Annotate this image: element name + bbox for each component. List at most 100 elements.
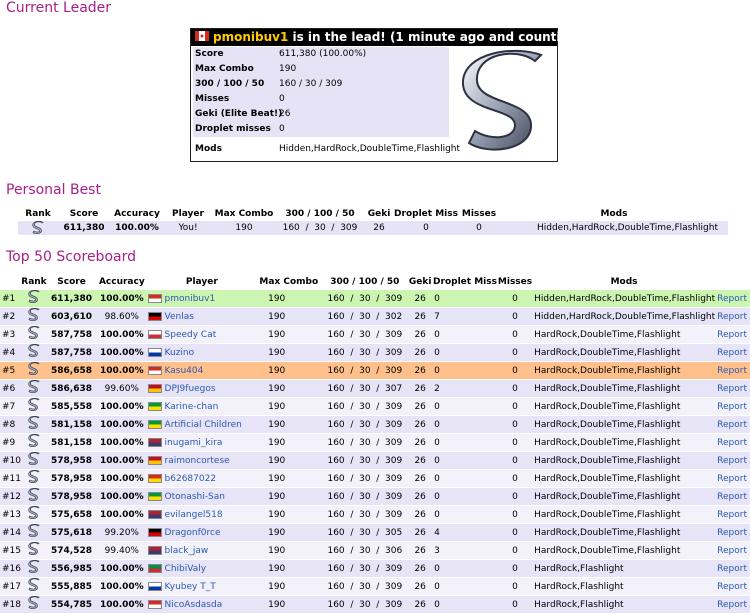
report-link-text[interactable]: Report — [717, 294, 747, 304]
report-link[interactable]: Report — [716, 325, 750, 344]
report-link[interactable]: Report — [716, 343, 750, 362]
leader-stat-row: 300 / 100 / 50 160 / 30 / 309 — [193, 77, 449, 92]
country-flag-icon — [147, 329, 162, 339]
mods-cell: HardRock,DoubleTime,Flashlight — [532, 469, 717, 488]
report-link-text[interactable]: Report — [717, 420, 747, 430]
accuracy-cell: 100.00% — [96, 415, 148, 434]
report-link[interactable]: Report — [716, 290, 750, 308]
player-cell[interactable]: ChibiValy — [147, 559, 257, 578]
score-cell: 578,958 — [46, 469, 97, 488]
report-link-text[interactable]: Report — [717, 384, 747, 394]
misses-cell: 0 — [497, 343, 533, 362]
player-name[interactable]: DPJ9fuegos — [165, 384, 216, 394]
player-cell[interactable]: Artificial Children — [147, 415, 257, 434]
geki-cell: 26 — [408, 290, 433, 308]
misses-cell: 0 — [497, 325, 533, 344]
player-name[interactable]: b62687022 — [165, 474, 217, 484]
player-name[interactable]: pmonibuv1 — [165, 294, 216, 304]
player-cell[interactable]: Kasu404 — [147, 361, 257, 380]
report-link-text[interactable]: Report — [717, 528, 747, 538]
droplet-cell: 0 — [432, 595, 498, 614]
player-name[interactable]: Otonashi-San — [165, 492, 225, 502]
report-link-text[interactable]: Report — [717, 348, 747, 358]
player-cell[interactable]: DPJ9fuegos — [147, 379, 257, 398]
report-link[interactable]: Report — [716, 577, 750, 596]
report-link-text[interactable]: Report — [717, 312, 747, 322]
report-link-text[interactable]: Report — [717, 330, 747, 340]
player-name[interactable]: Kuzino — [165, 348, 195, 358]
player-name[interactable]: evilangel518 — [165, 510, 223, 520]
report-link[interactable]: Report — [716, 487, 750, 506]
player-cell[interactable]: Kyubey T_T — [147, 577, 257, 596]
hits-cell: 160 / 30 / 309 — [321, 343, 409, 362]
player-cell[interactable]: Otonashi-San — [147, 487, 257, 506]
personal-best-table: Rank Score Accuracy Player Max Combo 300… — [18, 207, 728, 235]
report-link-text[interactable]: Report — [717, 600, 747, 610]
rank-position: #10 — [0, 451, 21, 470]
report-link-text[interactable]: Report — [717, 438, 747, 448]
player-cell[interactable]: Venlas — [147, 307, 257, 326]
rank-s-icon — [21, 325, 47, 344]
player-cell[interactable]: inugami_kira — [147, 433, 257, 452]
player-name[interactable]: raimoncortese — [165, 456, 230, 466]
report-link-text[interactable]: Report — [717, 582, 747, 592]
rank-position: #7 — [0, 397, 21, 416]
rank-s-icon — [21, 505, 47, 524]
player-cell[interactable]: Karine-chan — [147, 397, 257, 416]
report-link[interactable]: Report — [716, 541, 750, 560]
rank-s-icon — [21, 361, 47, 380]
player-cell[interactable]: black_jaw — [147, 541, 257, 560]
report-link[interactable]: Report — [716, 469, 750, 488]
player-name[interactable]: ChibiValy — [165, 564, 207, 574]
report-link[interactable]: Report — [716, 415, 750, 434]
report-link[interactable]: Report — [716, 451, 750, 470]
player-cell[interactable]: NicoAsdasda — [147, 595, 257, 614]
report-link[interactable]: Report — [716, 595, 750, 614]
country-flag-icon — [147, 491, 162, 501]
player-name[interactable]: Dragonf0rce — [165, 528, 221, 538]
player-name[interactable]: Speedy Cat — [165, 330, 217, 340]
rank-s-icon — [21, 289, 47, 308]
player-name[interactable]: Kasu404 — [165, 366, 204, 376]
player-name[interactable]: inugami_kira — [165, 438, 223, 448]
leader-name[interactable]: pmonibuv1 — [213, 30, 288, 44]
player-name[interactable]: Karine-chan — [165, 402, 219, 412]
combo-cell: 190 — [256, 577, 322, 596]
report-link-text[interactable]: Report — [717, 456, 747, 466]
report-link-text[interactable]: Report — [717, 402, 747, 412]
player-cell[interactable]: b62687022 — [147, 469, 257, 488]
mods-cell: HardRock,DoubleTime,Flashlight — [532, 523, 717, 542]
report-link-text[interactable]: Report — [717, 492, 747, 502]
player-cell[interactable]: Dragonf0rce — [147, 523, 257, 542]
report-link[interactable]: Report — [716, 559, 750, 578]
report-link-text[interactable]: Report — [717, 510, 747, 520]
report-link[interactable]: Report — [716, 307, 750, 326]
combo-cell: 190 — [256, 397, 322, 416]
report-link-text[interactable]: Report — [717, 366, 747, 376]
report-link[interactable]: Report — [716, 361, 750, 380]
player-name[interactable]: Venlas — [165, 312, 194, 322]
report-link[interactable]: Report — [716, 523, 750, 542]
report-link[interactable]: Report — [716, 379, 750, 398]
country-flag-icon — [147, 383, 162, 393]
report-link[interactable]: Report — [716, 505, 750, 524]
player-name[interactable]: Artificial Children — [165, 420, 242, 430]
player-cell[interactable]: evilangel518 — [147, 505, 257, 524]
droplet-cell: 0 — [432, 451, 498, 470]
player-name[interactable]: black_jaw — [165, 546, 209, 556]
player-cell[interactable]: Kuzino — [147, 343, 257, 362]
player-name[interactable]: NicoAsdasda — [165, 600, 223, 610]
player-cell[interactable]: Speedy Cat — [147, 325, 257, 344]
report-link[interactable]: Report — [716, 397, 750, 416]
combo-cell: 190 — [256, 379, 322, 398]
player-cell[interactable]: raimoncortese — [147, 451, 257, 470]
report-link-text[interactable]: Report — [717, 474, 747, 484]
player-name[interactable]: Kyubey T_T — [165, 582, 216, 592]
leader-stat-value: Hidden,HardRock,DoubleTime,Flashlight — [279, 144, 461, 154]
player-cell[interactable]: pmonibuv1 — [147, 290, 257, 308]
report-link[interactable]: Report — [716, 433, 750, 452]
sb-col-droplet: Droplet Miss — [433, 277, 497, 287]
report-link-text[interactable]: Report — [717, 564, 747, 574]
hits-cell: 160 / 30 / 309 — [321, 505, 409, 524]
report-link-text[interactable]: Report — [717, 546, 747, 556]
